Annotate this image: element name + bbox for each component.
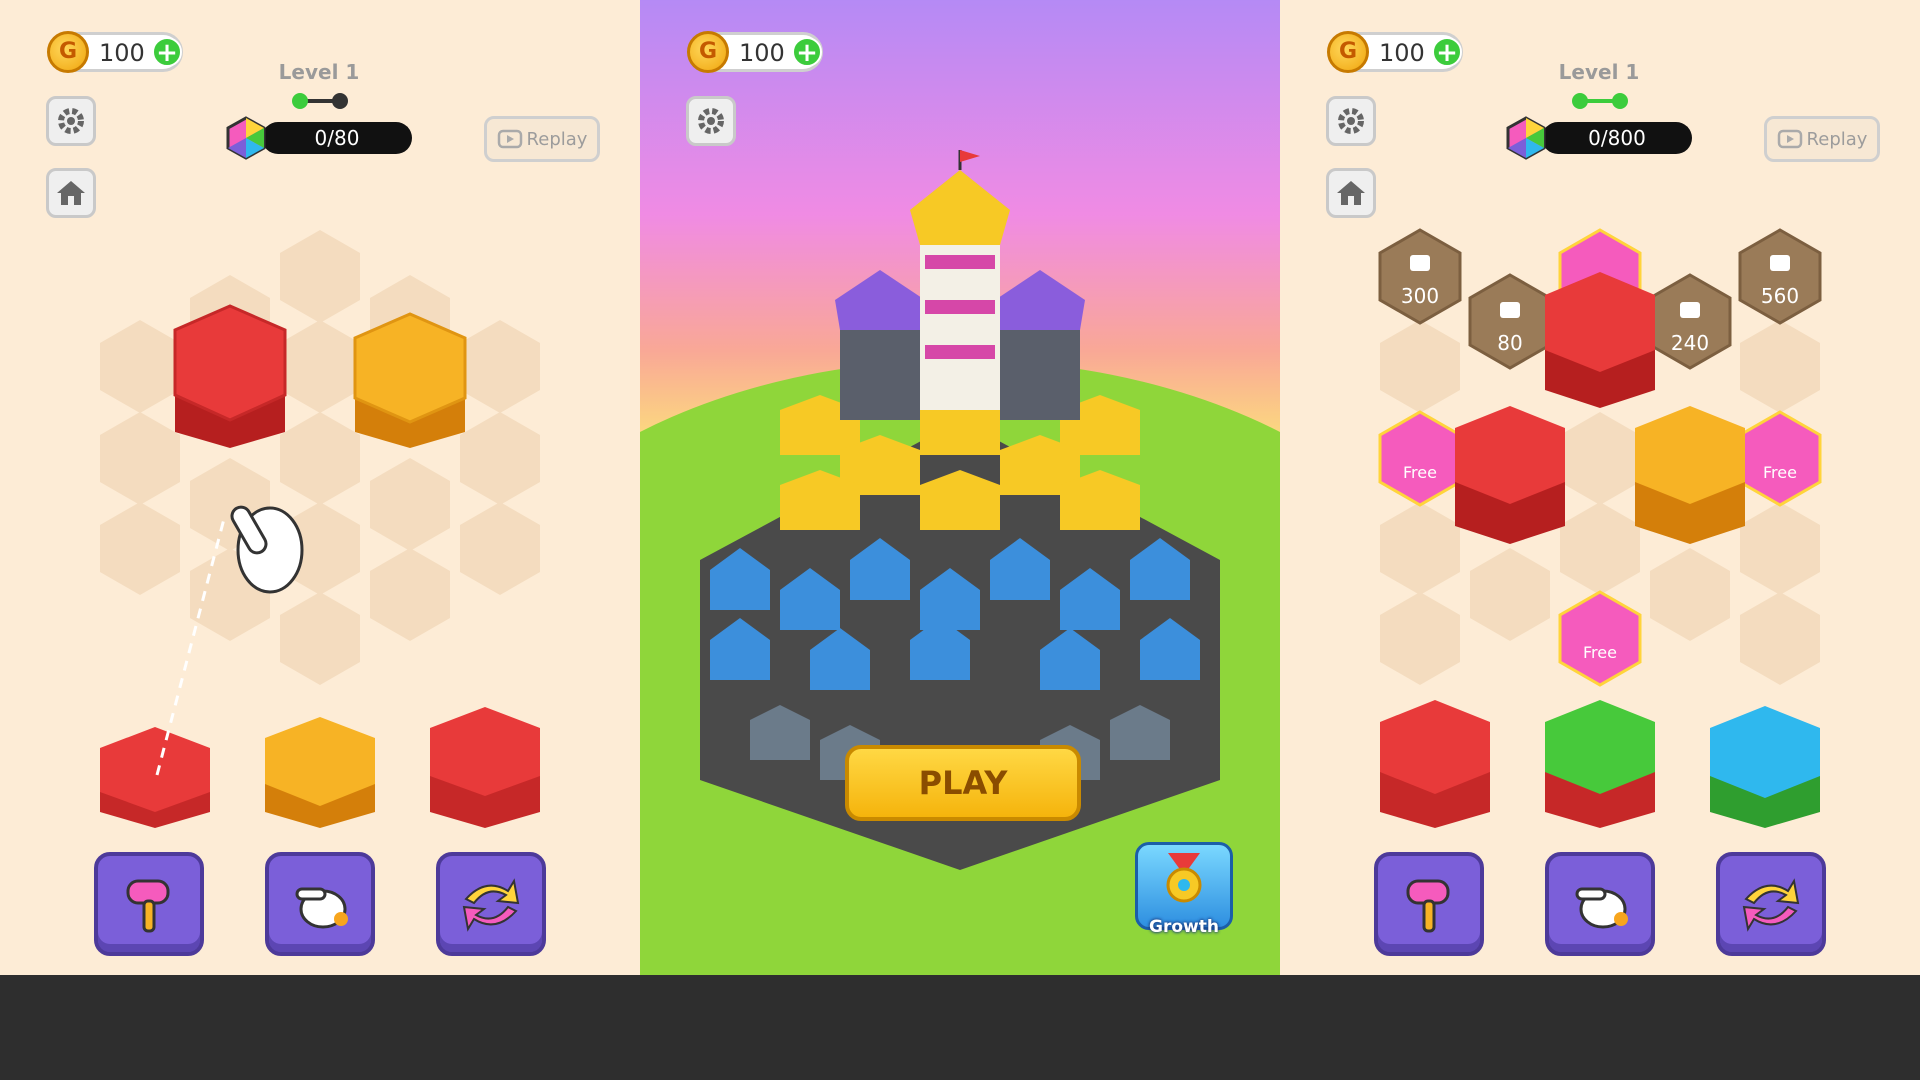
board-cell bbox=[280, 230, 360, 323]
lock-cost: 300 bbox=[1401, 284, 1439, 308]
shuffle-tool-button[interactable] bbox=[436, 852, 546, 956]
board-cell bbox=[1380, 592, 1460, 685]
board-cell bbox=[1560, 412, 1640, 505]
board-cell bbox=[100, 412, 180, 505]
tray-piece-orange bbox=[265, 717, 375, 828]
red-hex-stack bbox=[1455, 406, 1565, 544]
swap-hand-icon bbox=[1575, 887, 1628, 929]
orange-hex-stack bbox=[1635, 406, 1745, 544]
tray-piece-red bbox=[1380, 700, 1490, 828]
board-cell bbox=[1560, 502, 1640, 595]
castle bbox=[835, 150, 1085, 420]
board-cell bbox=[1650, 548, 1730, 641]
shuffle-tool-button[interactable] bbox=[1716, 852, 1826, 956]
tray-piece-red bbox=[100, 727, 210, 828]
board-cell bbox=[1380, 502, 1460, 595]
free-tile bbox=[1558, 590, 1642, 687]
hammer-tool-button[interactable] bbox=[94, 852, 204, 956]
gear-icon bbox=[698, 108, 724, 134]
swap-hand-tool-button[interactable] bbox=[265, 852, 375, 956]
board-cell bbox=[1740, 320, 1820, 413]
free-label: Free bbox=[1583, 643, 1617, 662]
lock-cost: 560 bbox=[1761, 284, 1799, 308]
red-hex-stack bbox=[1545, 272, 1655, 408]
settings-button[interactable] bbox=[686, 96, 736, 146]
red-hex-stack bbox=[173, 304, 287, 448]
lock-cost: 80 bbox=[1497, 331, 1522, 355]
hex-board: 300 80 240 560 Free Free Free bbox=[1378, 228, 1822, 828]
swap-hand-tool-button[interactable] bbox=[1545, 852, 1655, 956]
board-cell bbox=[1740, 502, 1820, 595]
board-cell bbox=[370, 458, 450, 551]
orange-hex-stack bbox=[353, 312, 467, 448]
growth-label: Growth bbox=[1149, 917, 1219, 937]
play-label: PLAY bbox=[918, 764, 1008, 802]
left-game-screen: G 100 + Level 1 0/80 Replay bbox=[0, 0, 640, 975]
hex-board bbox=[100, 230, 540, 828]
locked-tile bbox=[1378, 228, 1462, 325]
plus-icon[interactable]: + bbox=[792, 37, 822, 67]
hammer-tool-button[interactable] bbox=[1374, 852, 1484, 956]
board-cell bbox=[280, 320, 360, 413]
city-screen: G 100 + bbox=[640, 0, 1280, 975]
hammer-icon bbox=[1406, 879, 1450, 933]
right-game-screen: G 100 + Level 1 0/800 Replay 300 80 240 … bbox=[1280, 0, 1920, 975]
bottom-bar bbox=[0, 975, 1920, 1080]
board-cell bbox=[1380, 320, 1460, 413]
board-cell bbox=[280, 412, 360, 505]
tray-piece-blue-green bbox=[1710, 706, 1820, 828]
board-cell bbox=[460, 320, 540, 413]
coin-counter[interactable]: G 100 + bbox=[687, 31, 823, 73]
tray-piece-green-red bbox=[1545, 700, 1655, 828]
lock-cost: 240 bbox=[1671, 331, 1709, 355]
play-button[interactable]: PLAY bbox=[845, 745, 1081, 821]
board-cell bbox=[100, 320, 180, 413]
growth-medal-icon bbox=[1166, 853, 1202, 903]
coin-value: 100 bbox=[739, 39, 785, 67]
swap-hand-icon bbox=[295, 887, 348, 929]
hammer-icon bbox=[126, 879, 170, 933]
free-tile bbox=[1738, 410, 1822, 507]
free-label: Free bbox=[1403, 463, 1437, 482]
tray-piece-red-stack bbox=[430, 707, 540, 828]
board-cell bbox=[280, 592, 360, 685]
board-cell bbox=[460, 412, 540, 505]
board-cell bbox=[1740, 592, 1820, 685]
locked-tile bbox=[1738, 228, 1822, 325]
city-illustration bbox=[640, 150, 1280, 975]
free-label: Free bbox=[1763, 463, 1797, 482]
coin-icon: G bbox=[687, 31, 729, 73]
shuffle-icon bbox=[462, 878, 520, 932]
board-cell bbox=[370, 548, 450, 641]
free-tile bbox=[1378, 410, 1462, 507]
board-cell bbox=[1470, 548, 1550, 641]
shuffle-icon bbox=[1742, 878, 1800, 932]
board-cell bbox=[460, 502, 540, 595]
board-cell bbox=[100, 502, 180, 595]
